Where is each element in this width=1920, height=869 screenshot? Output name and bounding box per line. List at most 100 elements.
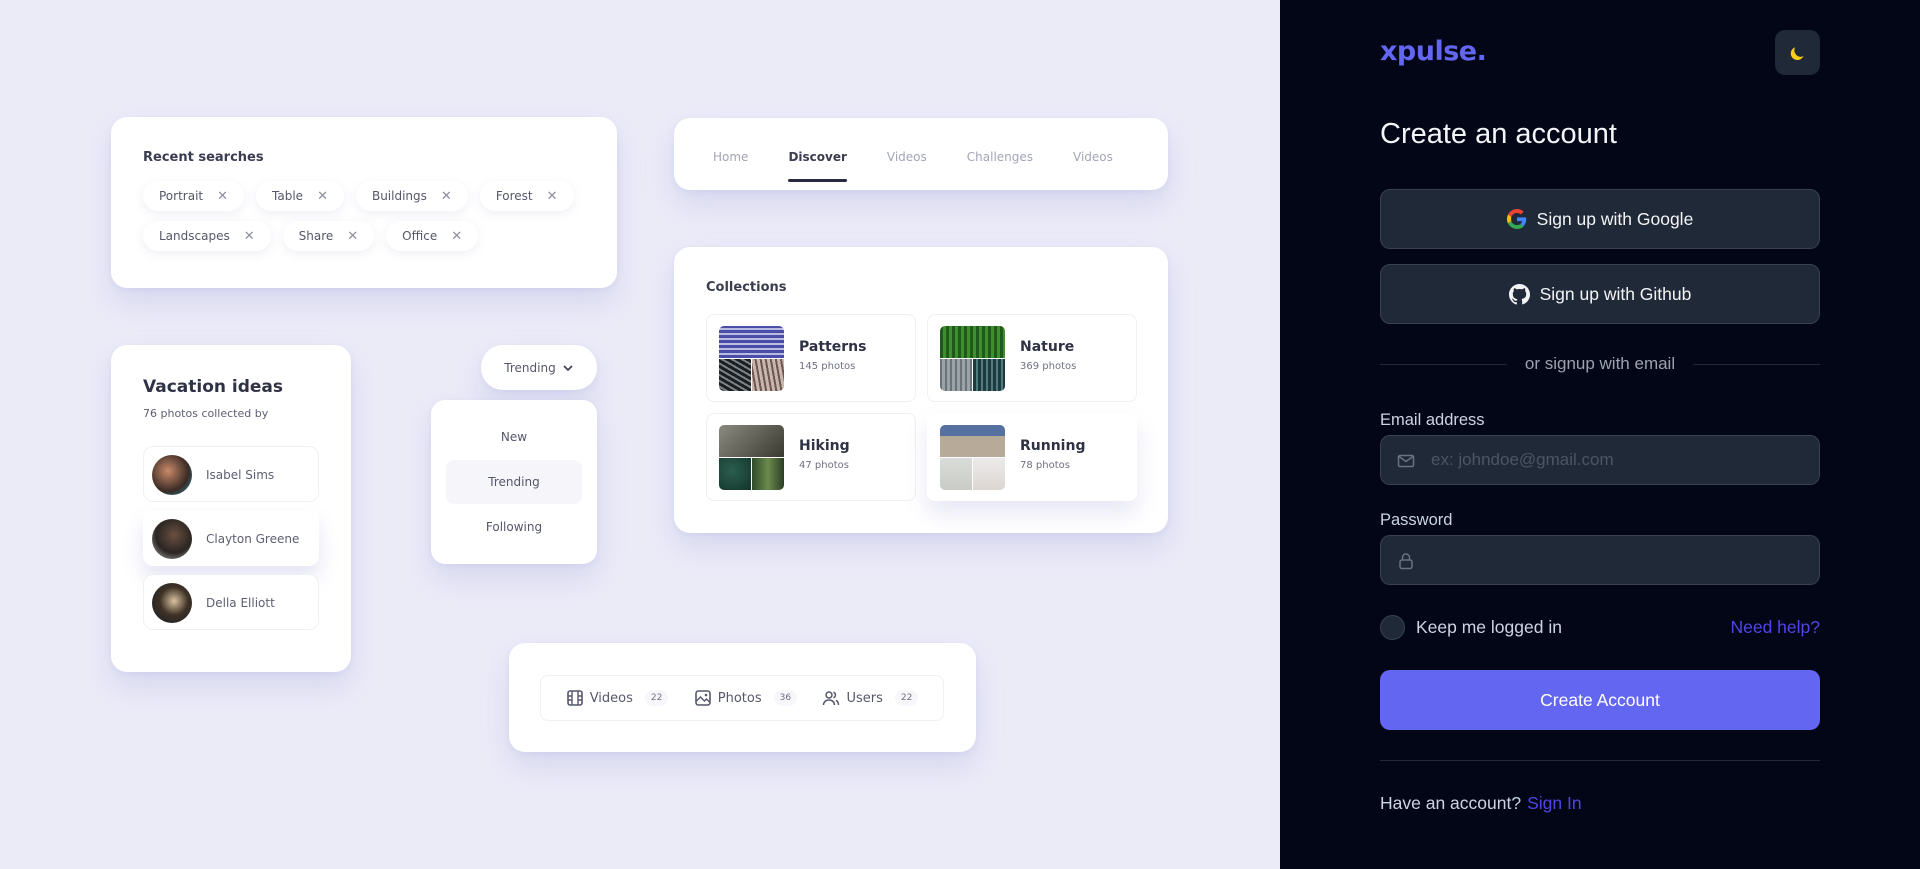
sort-option-following: Following bbox=[485, 520, 543, 534]
film-icon bbox=[566, 690, 583, 706]
collection-item: Nature 369 photos bbox=[927, 314, 1137, 402]
collection-item: Hiking 47 photos bbox=[706, 413, 916, 501]
collection-item: Running 78 photos bbox=[927, 413, 1137, 501]
avatar bbox=[152, 519, 192, 559]
vacation-title: Vacation ideas bbox=[143, 377, 284, 397]
users-icon bbox=[823, 691, 840, 706]
email-field[interactable] bbox=[1380, 435, 1820, 485]
theme-toggle-button[interactable] bbox=[1775, 30, 1820, 75]
recent-searches-title: Recent searches bbox=[143, 150, 264, 165]
signin-prompt: Have an account? Sign In bbox=[1380, 793, 1582, 814]
chip-label: Buildings bbox=[371, 189, 427, 203]
signin-prompt-text: Have an account? bbox=[1380, 793, 1522, 813]
collection-name: Running bbox=[1020, 438, 1086, 454]
collection-count: 47 photos bbox=[799, 460, 849, 471]
search-chip: Forest ✕ bbox=[479, 181, 574, 211]
collections-card: Collections Patterns 145 photos Nature 3 bbox=[674, 247, 1168, 533]
sign-in-link[interactable]: Sign In bbox=[1527, 793, 1581, 813]
search-chips: Portrait ✕ Table ✕ Buildings ✕ Forest ✕ Land… bbox=[143, 181, 583, 251]
collection-item: Patterns 145 photos bbox=[706, 314, 916, 402]
chip-label: Table bbox=[272, 189, 304, 203]
password-field[interactable] bbox=[1380, 535, 1820, 585]
chip-label: Landscapes bbox=[159, 229, 230, 243]
tab-home: Home bbox=[713, 150, 749, 164]
close-icon: ✕ bbox=[243, 228, 255, 244]
page-title: Create an account bbox=[1380, 118, 1617, 150]
chip-label: Forest bbox=[495, 189, 533, 203]
illustration-panel: Recent searches Portrait ✕ Table ✕ Buildin… bbox=[0, 0, 1280, 869]
avatar bbox=[152, 455, 192, 495]
email-label: Email address bbox=[1380, 411, 1485, 429]
close-icon: ✕ bbox=[217, 188, 229, 204]
collector-name: Isabel Sims bbox=[206, 468, 275, 482]
email-input[interactable] bbox=[1431, 436, 1811, 484]
search-chip: Table ✕ bbox=[256, 181, 344, 211]
divider bbox=[1380, 760, 1820, 761]
lock-icon bbox=[1399, 553, 1413, 570]
password-label: Password bbox=[1380, 511, 1453, 529]
close-icon: ✕ bbox=[440, 188, 452, 204]
google-icon bbox=[1506, 209, 1526, 229]
checkbox-circle[interactable] bbox=[1380, 615, 1405, 640]
filter-label: Videos bbox=[589, 690, 633, 706]
sort-option-new: New bbox=[500, 430, 528, 444]
image-icon bbox=[694, 690, 711, 706]
collection-count: 145 photos bbox=[799, 361, 856, 372]
sort-selected: Trending bbox=[504, 360, 556, 375]
nav-tabs: Home Discover Videos Challenges Videos bbox=[713, 150, 1113, 182]
filter-users: Users 22 bbox=[822, 689, 919, 707]
search-chip: Buildings ✕ bbox=[355, 181, 468, 211]
tab-videos: Videos bbox=[886, 150, 927, 164]
filter-label: Users bbox=[846, 690, 883, 706]
vacation-subtitle: 76 photos collected by bbox=[143, 407, 269, 420]
brand-logo[interactable]: xpulse. bbox=[1380, 36, 1487, 67]
collection-count: 369 photos bbox=[1020, 361, 1077, 372]
collection-thumbnail bbox=[719, 425, 784, 490]
collection-thumbnail bbox=[940, 425, 1005, 490]
signup-panel: xpulse. Create an account Sign up with G… bbox=[1280, 0, 1920, 869]
search-chip: Portrait ✕ bbox=[143, 181, 245, 211]
collection-name: Patterns bbox=[799, 339, 867, 355]
close-icon: ✕ bbox=[347, 228, 359, 244]
github-signup-label: Sign up with Github bbox=[1539, 283, 1692, 304]
collection-name: Nature bbox=[1020, 339, 1075, 355]
vacation-ideas-card: Vacation ideas 76 photos collected by Is… bbox=[111, 345, 351, 672]
recent-searches-card: Recent searches Portrait ✕ Table ✕ Buildin… bbox=[111, 117, 617, 288]
nav-tabs-card: Home Discover Videos Challenges Videos bbox=[674, 118, 1168, 190]
collections-title: Collections bbox=[706, 280, 787, 295]
separator-text: or signup with email bbox=[1524, 354, 1676, 373]
collection-count: 78 photos bbox=[1020, 460, 1070, 471]
create-account-button[interactable]: Create Account bbox=[1380, 670, 1820, 730]
filter-videos: Videos 22 bbox=[566, 689, 669, 707]
collector-name: Della Elliott bbox=[206, 596, 275, 610]
google-signup-label: Sign up with Google bbox=[1536, 208, 1694, 229]
close-icon: ✕ bbox=[317, 188, 328, 204]
filter-label: Photos bbox=[717, 690, 762, 706]
sort-dropdown: Trending bbox=[481, 345, 597, 390]
chevron-down-icon bbox=[563, 364, 573, 371]
filter-bar-card: Videos 22 Photos 36 Users 22 bbox=[509, 643, 976, 752]
github-signup-button[interactable]: Sign up with Github bbox=[1380, 264, 1820, 324]
filter-bar: Videos 22 Photos 36 Users 22 bbox=[540, 675, 944, 721]
search-chip: Landscapes ✕ bbox=[143, 221, 271, 251]
moon-icon bbox=[1790, 46, 1804, 60]
keep-logged-in-label: Keep me logged in bbox=[1416, 617, 1562, 637]
google-signup-button[interactable]: Sign up with Google bbox=[1380, 189, 1820, 249]
collections-grid: Patterns 145 photos Nature 369 photos Hi… bbox=[706, 314, 1137, 501]
need-help-link[interactable]: Need help? bbox=[1730, 617, 1820, 638]
password-input[interactable] bbox=[1431, 536, 1811, 584]
sort-option-trending: Trending bbox=[446, 460, 582, 504]
close-icon: ✕ bbox=[546, 188, 558, 204]
collector-item: Della Elliott bbox=[143, 574, 319, 630]
chip-label: Portrait bbox=[159, 189, 204, 203]
filter-count: 36 bbox=[773, 690, 798, 706]
sort-menu: New Trending Following bbox=[431, 400, 597, 564]
collector-name: Clayton Greene bbox=[206, 532, 300, 546]
divider bbox=[1693, 363, 1820, 365]
collection-thumbnail bbox=[719, 326, 784, 391]
keep-logged-in-checkbox[interactable]: Keep me logged in bbox=[1380, 615, 1562, 640]
close-icon: ✕ bbox=[451, 228, 463, 244]
filter-photos: Photos 36 bbox=[694, 689, 798, 707]
tab-videos-2: Videos bbox=[1073, 150, 1113, 164]
divider bbox=[1380, 363, 1507, 365]
